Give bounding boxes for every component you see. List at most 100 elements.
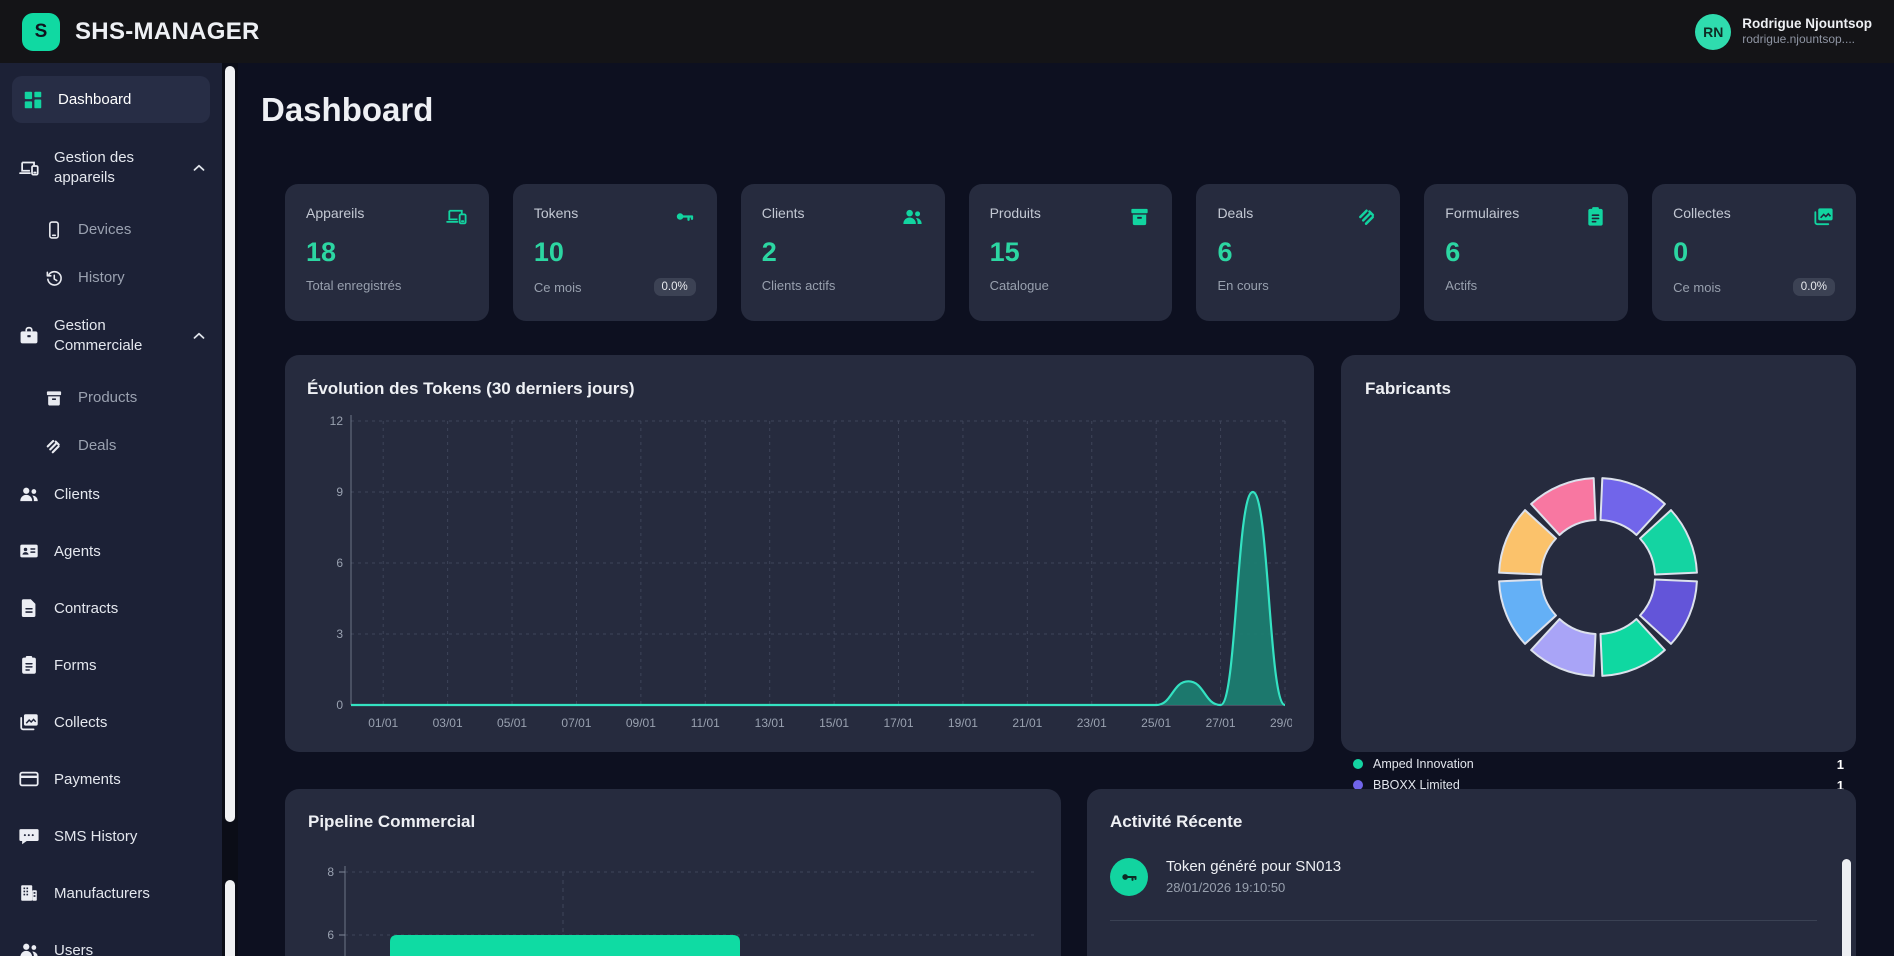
devices-icon xyxy=(18,157,40,179)
chevron-up-icon[interactable] xyxy=(190,159,208,177)
user-name: Rodrigue Njountsop xyxy=(1742,15,1872,33)
stat-card-sublabel: Catalogue xyxy=(990,278,1049,293)
stat-card-sublabel: Clients actifs xyxy=(762,278,836,293)
stat-card-label: Tokens xyxy=(534,205,578,221)
charts-row: Évolution des Tokens (30 derniers jours)… xyxy=(285,355,1856,794)
fabricants-panel: Fabricants xyxy=(1341,355,1856,752)
users-icon xyxy=(901,205,924,228)
main-content: Dashboard Appareils18Total enregistrésTo… xyxy=(238,63,1894,956)
svg-text:6: 6 xyxy=(327,928,334,942)
page-title: Dashboard xyxy=(261,90,1856,130)
handshake-icon xyxy=(44,435,64,457)
stat-card-value: 0 xyxy=(1673,237,1835,268)
stat-card-badge: 0.0% xyxy=(1793,278,1835,296)
clipboard-icon xyxy=(1584,205,1607,228)
history-icon xyxy=(44,267,64,289)
sidebar-item-gestion-des-appareils[interactable]: Gestion des appareils xyxy=(0,143,222,193)
key-icon xyxy=(1110,858,1148,896)
stat-card-label: Deals xyxy=(1217,205,1253,221)
sidebar-item-agents[interactable]: Agents xyxy=(0,536,222,566)
stat-card-value: 6 xyxy=(1217,237,1379,268)
brand: S SHS-MANAGER xyxy=(22,13,260,51)
sidebar: Dashboard Gestion des appareils Devices His… xyxy=(0,63,222,956)
tokens-chart-canvas: 03691201/0103/0105/0107/0109/0111/0113/0… xyxy=(307,405,1292,744)
svg-text:23/01: 23/01 xyxy=(1077,716,1107,730)
building-icon xyxy=(18,882,40,904)
activity-item: Token généré pour SN01328/01/2026 19:10:… xyxy=(1110,858,1833,896)
stat-card-sublabel: Total enregistrés xyxy=(306,278,401,293)
fabricants-chart-canvas xyxy=(1365,405,1832,722)
sidebar-scrollbar-thumb[interactable] xyxy=(225,66,235,822)
sidebar-item-history[interactable]: History xyxy=(0,263,222,292)
sidebar-item-products[interactable]: Products xyxy=(0,383,222,412)
sidebar-item-deals[interactable]: Deals xyxy=(0,431,222,460)
stat-card-sublabel: Actifs xyxy=(1445,278,1477,293)
fabricants-donut-chart xyxy=(1365,405,1832,717)
svg-text:07/01: 07/01 xyxy=(561,716,591,730)
sidebar-item-devices[interactable]: Devices xyxy=(0,215,222,244)
svg-text:09/01: 09/01 xyxy=(626,716,656,730)
scrollbar-segment[interactable] xyxy=(225,880,235,956)
activity-list: Token généré pour SN01328/01/2026 19:10:… xyxy=(1110,858,1833,921)
svg-text:03/01: 03/01 xyxy=(433,716,463,730)
user-chip[interactable]: RN Rodrigue Njountsop rodrigue.njountsop… xyxy=(1695,14,1872,50)
stat-card-deals: Deals 6 En cours xyxy=(1196,184,1400,321)
topbar: S SHS-MANAGER RN Rodrigue Njountsop rodr… xyxy=(0,0,1894,63)
svg-text:0: 0 xyxy=(336,698,343,712)
sidebar-item-contracts[interactable]: Contracts xyxy=(0,593,222,623)
sidebar-item-collects[interactable]: Collects xyxy=(0,707,222,737)
svg-text:15/01: 15/01 xyxy=(819,716,849,730)
tokens-panel-title: Évolution des Tokens (30 derniers jours) xyxy=(307,379,1292,399)
stat-card-sublabel: Ce mois xyxy=(534,280,582,295)
users-icon xyxy=(18,483,40,505)
chevron-up-icon[interactable] xyxy=(190,327,208,345)
stat-card-clients: Clients2Clients actifs xyxy=(741,184,945,321)
stat-card-label: Collectes xyxy=(1673,205,1731,221)
stat-card-label: Clients xyxy=(762,205,805,221)
pipeline-bar[interactable] xyxy=(390,935,740,956)
sidebar-item-label: Contracts xyxy=(54,600,118,617)
bottom-row: Pipeline Commercial 86 Activité Récente … xyxy=(285,789,1856,956)
clipboard-icon xyxy=(18,654,40,676)
sidebar-item-label: Gestion Commerciale xyxy=(54,316,160,357)
sidebar-item-gestion-commerciale[interactable]: Gestion Commerciale xyxy=(0,311,222,361)
svg-text:11/01: 11/01 xyxy=(691,716,720,730)
sidebar-item-payments[interactable]: Payments xyxy=(0,764,222,794)
sidebar-item-label: Users xyxy=(54,942,93,956)
key-icon xyxy=(673,205,696,228)
svg-text:8: 8 xyxy=(327,865,334,879)
sidebar-item-users[interactable]: Users xyxy=(0,935,222,956)
legend-label: Amped Innovation xyxy=(1373,757,1474,771)
stat-card-sublabel: En cours xyxy=(1217,278,1268,293)
activity-item-title: Token généré pour SN013 xyxy=(1166,858,1341,875)
phone-icon xyxy=(44,219,64,241)
svg-text:19/01: 19/01 xyxy=(948,716,978,730)
activity-panel: Activité Récente Token généré pour SN013… xyxy=(1087,789,1856,956)
app-title: SHS-MANAGER xyxy=(75,18,260,46)
sidebar-item-label: Deals xyxy=(78,437,116,454)
stat-card-sublabel: Ce mois xyxy=(1673,280,1721,295)
sidebar-item-label: Manufacturers xyxy=(54,885,150,902)
dashboard-icon xyxy=(22,89,44,111)
stat-card-badge: 0.0% xyxy=(654,278,696,296)
stat-card-label: Appareils xyxy=(306,205,364,221)
sidebar-item-dashboard[interactable]: Dashboard xyxy=(12,76,210,123)
sidebar-item-sms-history[interactable]: SMS History xyxy=(0,821,222,851)
fabricants-panel-title: Fabricants xyxy=(1365,379,1832,399)
pipeline-bar-chart: 86 xyxy=(308,850,1038,956)
sidebar-item-clients[interactable]: Clients xyxy=(0,479,222,509)
legend-row-amped-innovation[interactable]: Amped Innovation1 xyxy=(1341,755,1856,773)
svg-text:6: 6 xyxy=(336,556,343,570)
sidebar-item-manufacturers[interactable]: Manufacturers xyxy=(0,878,222,908)
sidebar-item-label: Payments xyxy=(54,771,121,788)
stat-card-value: 10 xyxy=(534,237,696,268)
activity-panel-title: Activité Récente xyxy=(1110,812,1833,832)
avatar[interactable]: RN xyxy=(1695,14,1731,50)
app-logo-icon: S xyxy=(22,13,60,51)
sidebar-scrollbar-track xyxy=(222,63,238,956)
svg-text:25/01: 25/01 xyxy=(1141,716,1171,730)
sidebar-item-label: Clients xyxy=(54,486,100,503)
sidebar-item-forms[interactable]: Forms xyxy=(0,650,222,680)
user-email: rodrigue.njountsop.... xyxy=(1742,32,1872,48)
activity-scrollbar-thumb[interactable] xyxy=(1842,859,1851,956)
